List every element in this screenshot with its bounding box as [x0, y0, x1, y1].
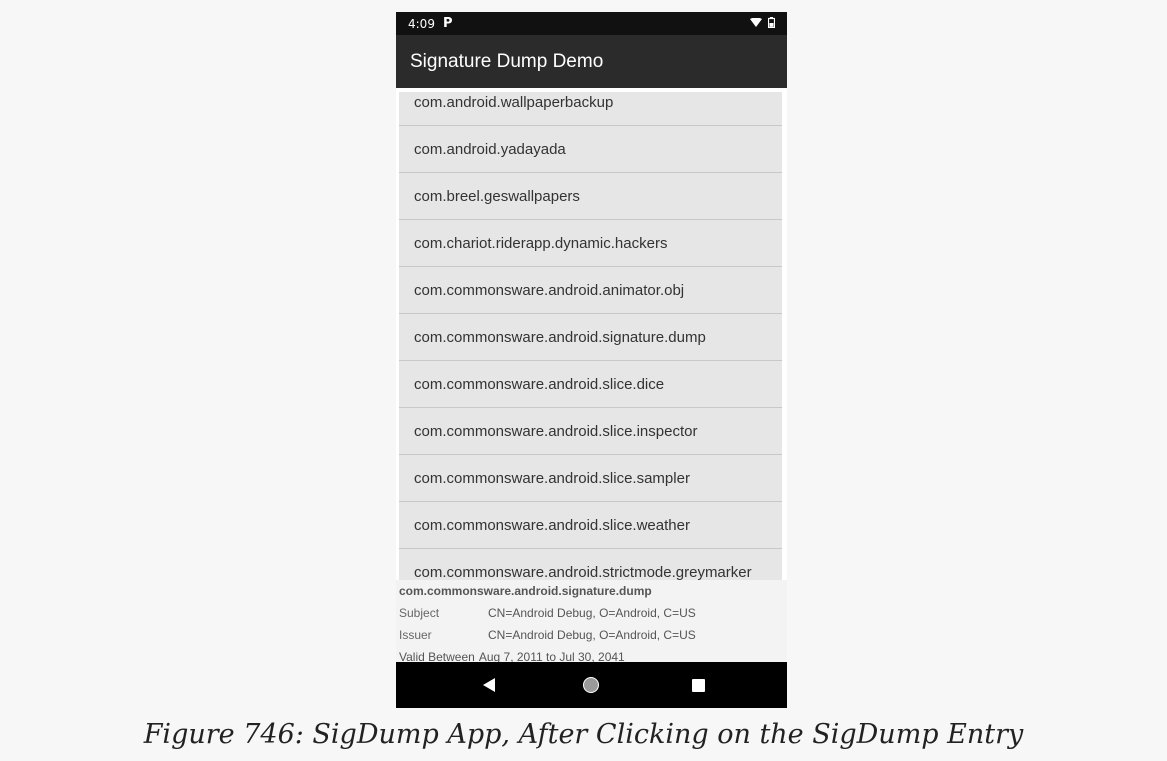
- recents-icon[interactable]: [675, 662, 721, 708]
- list-item[interactable]: com.commonsware.android.slice.inspector: [399, 408, 782, 455]
- status-icons: [750, 16, 776, 31]
- home-icon[interactable]: [568, 662, 614, 708]
- list-item[interactable]: com.commonsware.android.animator.obj: [399, 267, 782, 314]
- list-item[interactable]: com.android.yadayada: [399, 126, 782, 173]
- list-item[interactable]: com.android.wallpaperbackup: [399, 92, 782, 126]
- status-time: 4:09: [408, 16, 435, 31]
- app-bar: Signature Dump Demo: [396, 35, 787, 88]
- status-bar: 4:09 P: [396, 12, 787, 35]
- subject-label: Subject: [399, 606, 440, 620]
- list-item[interactable]: com.breel.geswallpapers: [399, 173, 782, 220]
- app-title: Signature Dump Demo: [410, 50, 604, 72]
- issuer-label: Issuer: [399, 628, 432, 642]
- issuer-value: CN=Android Debug, O=Android, C=US: [488, 628, 696, 642]
- notification-icon: P: [442, 16, 453, 31]
- package-list[interactable]: com.android.wallpaperbackup com.android.…: [399, 92, 782, 580]
- list-item[interactable]: com.commonsware.android.signature.dump: [399, 314, 782, 361]
- subject-value: CN=Android Debug, O=Android, C=US: [488, 606, 696, 620]
- list-item[interactable]: com.commonsware.android.slice.sampler: [399, 455, 782, 502]
- back-icon[interactable]: [466, 662, 512, 708]
- wifi-icon: [750, 17, 762, 31]
- navigation-bar: [396, 662, 787, 708]
- details-package-name: com.commonsware.android.signature.dump: [399, 584, 652, 598]
- list-item[interactable]: com.commonsware.android.strictmode.greym…: [399, 549, 782, 581]
- list-item[interactable]: com.commonsware.android.slice.weather: [399, 502, 782, 549]
- battery-icon: [767, 16, 776, 31]
- issuer-row: Issuer CN=Android Debug, O=Android, C=US: [399, 628, 787, 650]
- page: 4:09 P Signature Dump Demo com.android.w…: [0, 0, 1167, 761]
- signature-details: com.commonsware.android.signature.dump S…: [396, 580, 787, 664]
- subject-row: Subject CN=Android Debug, O=Android, C=U…: [399, 606, 787, 628]
- figure-caption: Figure 746: SigDump App, After Clicking …: [143, 719, 1024, 750]
- phone-screen: 4:09 P Signature Dump Demo com.android.w…: [396, 12, 787, 708]
- list-item[interactable]: com.commonsware.android.slice.dice: [399, 361, 782, 408]
- list-item[interactable]: com.chariot.riderapp.dynamic.hackers: [399, 220, 782, 267]
